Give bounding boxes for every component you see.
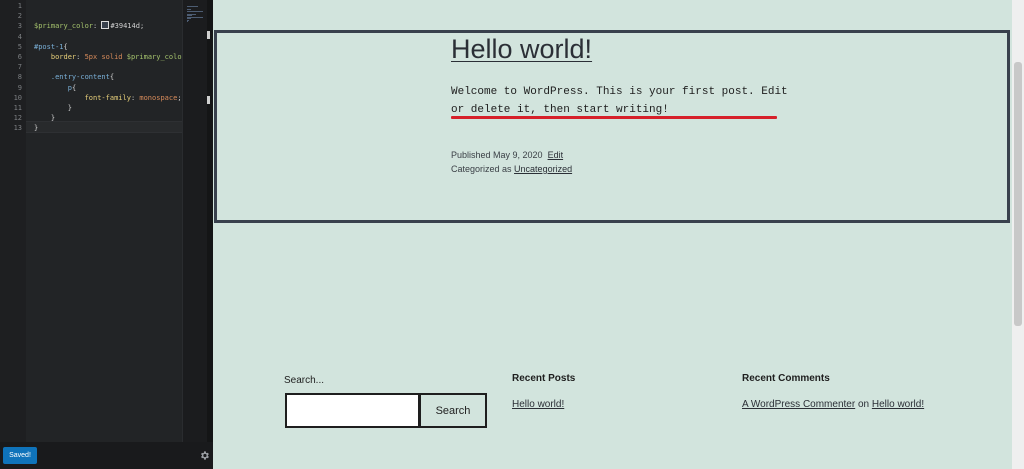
line-number: 13 [13,124,22,133]
minimap-line [187,6,199,7]
published-date: May 9, 2020 [493,150,543,160]
code-editor[interactable]: $primary_color: #39414d; #post-1{ border:… [26,0,182,442]
code-token: } [50,114,56,123]
comment-post-link[interactable]: Hello world! [872,399,924,410]
scrollbar-marker [207,31,210,39]
code-token: { [71,83,77,92]
post-content: Welcome to WordPress. This is your first… [451,86,788,116]
search-button[interactable]: Search [419,393,487,428]
code-token: } [34,124,39,133]
code-token: .entry-content [50,73,110,82]
line-number: 10 [13,93,22,102]
code-token: : [93,22,102,31]
comment-author-link[interactable]: A WordPress Commenter [742,399,855,410]
code-token: { [109,73,115,82]
published-prefix: Published [451,150,494,160]
code-token: ; [177,93,182,102]
code-line: } [34,123,38,133]
gear-icon[interactable] [199,450,210,461]
code-line: border: 5px solid $primary_color [34,52,182,62]
line-number: 11 [13,104,22,112]
search-input[interactable] [285,393,420,428]
edit-link[interactable]: Edit [548,150,564,160]
line-number: 9 [17,83,22,92]
code-token: font-family [84,93,131,102]
code-token: #post-1 [34,42,64,51]
code-line: } [34,113,55,123]
code-token: { [63,42,68,51]
code-token: 5px solid [84,53,127,61]
code-line: p{ [34,83,76,93]
code-token: $primary_color [126,53,182,61]
post-published-meta: Published May 9, 2020 Edit [451,150,563,160]
line-number: 12 [13,114,22,123]
categorized-prefix: Categorized as [451,164,515,174]
code-line: #post-1{ [34,42,68,52]
line-number: 7 [17,63,22,72]
recent-comment-item: A WordPress Commenter on Hello world! [742,399,924,410]
code-token: ; [139,22,145,31]
code-token: } [67,104,72,112]
post-title[interactable]: Hello world! [451,34,592,65]
code-line: $primary_color: #39414d; [34,21,144,31]
scrollbar-marker [207,96,210,104]
code-token: monospace [139,93,178,102]
annotation-underline [451,116,777,119]
line-number: 6 [17,53,22,61]
recent-post-link[interactable]: Hello world! [512,399,564,410]
saved-button[interactable]: Saved! [3,447,37,464]
code-line: .entry-content{ [34,72,114,82]
code-token: border [50,53,77,61]
code-token: #39414d [110,22,140,31]
search-widget-label: Search... [284,375,325,386]
line-number: 3 [17,22,22,31]
post-category-meta: Categorized as Uncategorized [451,164,572,174]
code-token: $primary_color [34,22,94,31]
line-number: 1 [17,2,22,10]
minimap-line [187,10,204,12]
line-number: 4 [17,32,22,41]
page-scrollbar-thumb[interactable] [1014,62,1022,326]
color-swatch [101,21,110,30]
line-number-gutter: 1 2 3 4 5 6 7 8 9 10 11 12 13 [0,0,26,442]
line-number: 5 [17,42,22,51]
recent-post-item: Hello world! [512,399,564,410]
recent-comments-title: Recent Comments [742,373,830,384]
category-link[interactable]: Uncategorized [514,164,572,174]
line-number: 2 [17,12,22,21]
code-line: font-family: monospace; [34,93,182,103]
post-container [214,30,1010,223]
recent-posts-title: Recent Posts [512,373,576,384]
code-token: : [76,53,85,61]
comment-on-text: on [855,399,872,410]
code-line: } [34,103,72,113]
line-number: 8 [17,73,22,82]
